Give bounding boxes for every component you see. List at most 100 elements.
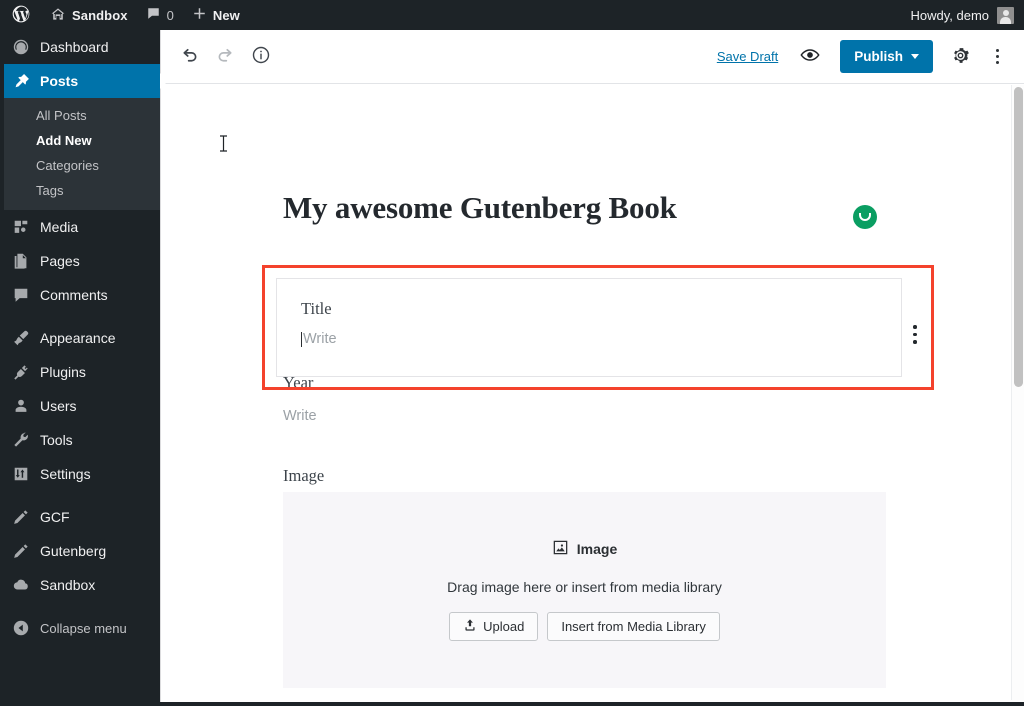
block-more-vertical-icon [913,325,917,329]
new-content-menu[interactable]: New [183,0,249,30]
window-bottom-edge [0,702,1024,706]
chevron-down-icon [911,54,919,59]
arrow-left-circle-icon [11,618,31,638]
sidebar-item-dashboard[interactable]: Dashboard [0,30,160,64]
sidebar-item-add-new[interactable]: Add New [0,128,160,153]
editor-scrollbar[interactable] [1011,85,1024,700]
site-name-label: Sandbox [72,7,128,23]
image-placeholder-dropzone[interactable]: Image Drag image here or insert from med… [283,492,886,688]
sidebar-item-label: Settings [40,466,91,482]
pencil-icon [11,507,31,527]
collapse-menu-button[interactable]: Collapse menu [0,611,160,645]
admin-bar: Sandbox 0 New Howdy, demo [0,0,1024,30]
image-placeholder-heading: Image [552,539,617,559]
more-options-button[interactable] [982,39,1012,75]
insert-from-media-library-button[interactable]: Insert from Media Library [547,612,720,641]
sidebar-item-tools[interactable]: Tools [0,423,160,457]
upload-button[interactable]: Upload [449,612,539,641]
mouse-ibeam-cursor [220,135,227,152]
status-badge [853,205,877,229]
sidebar-item-label: Tools [40,432,73,448]
sliders-icon [11,464,31,484]
menu-separator [0,602,160,611]
upload-icon [463,618,477,635]
plus-icon [192,6,207,24]
image-placeholder-icon [552,539,569,559]
title-input[interactable]: Write [301,331,337,347]
block-editor: Save Draft Publish My awesome Gutenberg … [160,30,1024,702]
sidebar-item-tags[interactable]: Tags [0,178,160,203]
sidebar-item-plugins[interactable]: Plugins [0,355,160,389]
wordpress-logo-button[interactable] [0,0,41,30]
preview-button[interactable] [792,39,828,75]
image-action-buttons: Upload Insert from Media Library [449,612,720,641]
user-icon [11,396,31,416]
image-drop-hint: Drag image here or insert from media lib… [447,579,722,595]
plug-icon [11,362,31,382]
sidebar-item-label: Media [40,219,79,235]
more-vertical-icon [995,49,999,52]
block-more-vertical-icon [913,340,917,344]
publish-button[interactable]: Publish [840,40,933,73]
page-title[interactable]: My awesome Gutenberg Book [283,190,883,226]
wordpress-logo-icon [11,4,31,27]
sidebar-item-sandbox[interactable]: Sandbox [0,568,160,602]
new-label: New [212,7,240,23]
settings-button[interactable] [942,39,978,75]
comment-bubble-icon [11,285,31,305]
more-vertical-icon [995,55,999,58]
sidebar-item-settings[interactable]: Settings [0,457,160,491]
undo-arrow-icon [179,45,200,69]
sidebar-item-appearance[interactable]: Appearance [0,321,160,355]
media-library-label: Insert from Media Library [561,619,706,634]
title-placeholder: Write [303,331,337,347]
year-input[interactable]: Write [283,408,317,424]
sidebar-item-label: GCF [40,509,70,525]
block-options-button[interactable] [913,325,917,344]
redo-button[interactable] [207,39,243,75]
sidebar-item-label: Sandbox [40,577,96,593]
upload-label: Upload [483,619,525,634]
eye-icon [799,44,821,69]
sidebar-item-label: Pages [40,253,80,269]
scrollbar-thumb[interactable] [1014,87,1023,387]
collapse-menu-label: Collapse menu [40,620,127,636]
sidebar-item-comments[interactable]: Comments [0,278,160,312]
sidebar-item-label: Gutenberg [40,543,107,559]
sidebar-item-pages[interactable]: Pages [0,244,160,278]
info-circle-icon [251,45,271,68]
sidebar-item-categories[interactable]: Categories [0,153,160,178]
sidebar-item-gutenberg[interactable]: Gutenberg [0,534,160,568]
sidebar-item-label: Users [40,398,77,414]
cloud-icon [11,575,31,595]
text-caret [301,331,302,347]
gear-icon [951,46,970,68]
publish-label: Publish [854,49,903,64]
comments-menu[interactable]: 0 [137,0,183,30]
sidebar-item-users[interactable]: Users [0,389,160,423]
save-draft-button[interactable]: Save Draft [707,49,788,64]
editor-toolbar: Save Draft Publish [161,30,1024,84]
paintbrush-icon [11,328,31,348]
content-info-button[interactable] [243,39,279,75]
sidebar-item-all-posts[interactable]: All Posts [0,103,160,128]
site-name-menu[interactable]: Sandbox [41,0,137,30]
title-block[interactable]: Title Write [276,278,902,377]
dashboard-gauge-icon [11,37,31,57]
undo-button[interactable] [171,39,207,75]
comment-count: 0 [166,7,174,23]
sidebar-item-label: Posts [40,73,79,89]
sidebar-item-posts[interactable]: Posts [0,64,168,98]
sidebar-item-media[interactable]: Media [0,210,160,244]
howdy-label: Howdy, demo [910,7,989,23]
saved-check-circle-icon [859,213,871,221]
pencil-icon [11,541,31,561]
avatar [997,6,1014,24]
sidebar-item-gcf[interactable]: GCF [0,500,160,534]
pages-icon [11,251,31,271]
account-menu[interactable]: Howdy, demo [910,6,1024,24]
window-left-edge [0,0,4,706]
editor-canvas: My awesome Gutenberg Book Title Write Ye… [161,85,1024,700]
image-field-label: Image [283,466,325,485]
block-more-vertical-icon [913,332,917,336]
